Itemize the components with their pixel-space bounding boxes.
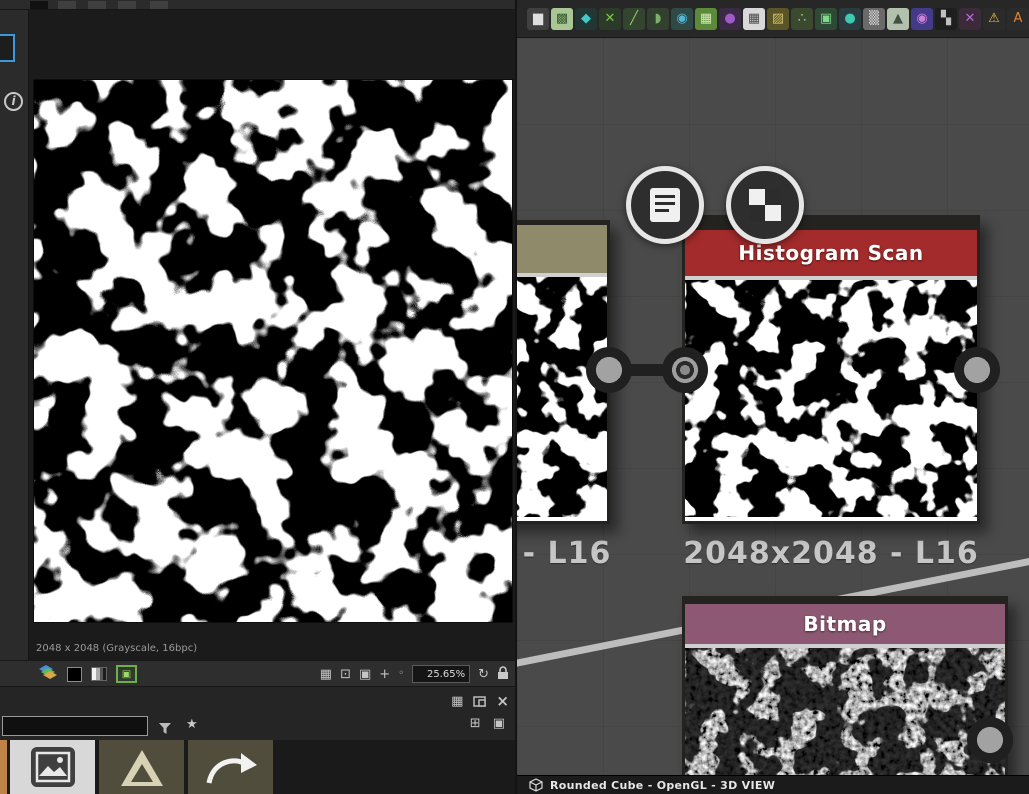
checkerboard-icon (749, 189, 781, 221)
node-toolbar-scatter-icon[interactable]: ∴ (791, 7, 813, 30)
image-info-text: 2048 x 2048 (Grayscale, 16bpc) (36, 643, 198, 654)
histogram-node-resolution-label: 2048x2048 - L16 (683, 536, 979, 571)
partial-node-resolution-label: - L16 (522, 536, 612, 571)
left-panel: i 2048 x 2048 (Grayscale, 16bpc) ▣ ▦ ⊡ ▣… (0, 0, 515, 794)
node-toolbar-teal-sphere-icon[interactable]: ● (839, 7, 861, 30)
node-toolbar-purple-orb-icon[interactable]: ● (719, 7, 741, 30)
document-icon (650, 188, 680, 222)
node-toolbar-slope-blur-icon[interactable]: ╱ (623, 7, 645, 30)
graph-panel: ▆ ▩ ◆ ✕ ╱ ◗ ◉ ▦ ● ▦ ▨ ∴ ▣ ● ▒ ▲ ◉ ▚ ✕ ⚠ … (515, 0, 1029, 794)
partial-node-header (517, 225, 607, 273)
favorites-star-icon[interactable]: ★ (186, 717, 198, 732)
output-pin[interactable] (586, 347, 632, 393)
grid-view-icon[interactable]: ▦ (451, 695, 463, 708)
left-edge-strip: i (0, 10, 28, 660)
node-histogram-scan[interactable]: Histogram Scan (682, 215, 980, 524)
top-toolbar-clipped (0, 0, 515, 10)
bitmap-node-preview (685, 644, 1005, 775)
output-pin[interactable] (954, 347, 1000, 393)
node-preview-toggle-button[interactable] (726, 166, 804, 244)
curved-arrow-icon (206, 753, 257, 784)
close-icon[interactable]: × (496, 694, 509, 709)
lock-icon[interactable] (497, 665, 509, 684)
atomic-nodes-toolbar: ▆ ▩ ◆ ✕ ╱ ◗ ◉ ▦ ● ▦ ▨ ∴ ▣ ● ▒ ▲ ◉ ▚ ✕ ⚠ … (517, 0, 1029, 38)
tiling-icon[interactable]: ▦ (320, 668, 332, 681)
node-toolbar-triangle-icon[interactable]: ▲ (887, 7, 909, 30)
2d-view-toolbar: ▣ ▦ ⊡ ▣ + ◦ ↻ (0, 660, 515, 686)
library-panel-header: ▦ × (0, 686, 515, 712)
selected-tool-tab[interactable] (0, 34, 15, 62)
node-toolbar-uniform-color-icon[interactable]: ▩ (551, 7, 573, 30)
viewport-title: Rounded Cube - OpenGL - 3D VIEW (550, 778, 776, 792)
pyramid-icon (120, 750, 163, 786)
picture-icon (30, 747, 75, 787)
node-toolbar-tile-icon[interactable]: ▣ (815, 7, 837, 30)
2d-view-canvas[interactable]: 2048 x 2048 (Grayscale, 16bpc) (28, 10, 515, 660)
library-item-edge[interactable] (0, 740, 7, 794)
partial-node-preview (517, 273, 607, 521)
grayscale-texture-preview (33, 79, 513, 623)
detach-window-icon[interactable] (473, 692, 487, 711)
library-item-bitmap[interactable] (10, 740, 95, 794)
node-toolbar-purple-cross-icon[interactable]: ✕ (959, 7, 981, 30)
toolbar-stub-icon[interactable] (30, 1, 48, 9)
node-toolbar-droplet-icon[interactable]: ◗ (647, 7, 669, 30)
node-toolbar-olive-pattern-icon[interactable]: ▨ (767, 7, 789, 30)
node-toolbar-color-sphere-icon[interactable]: ◉ (911, 7, 933, 30)
list-view-icon[interactable]: ▣ (493, 717, 505, 730)
node-toolbar-noise-icon[interactable]: ▒ (863, 7, 885, 30)
thumbnail-grid-icon[interactable]: ⊞ (470, 717, 481, 730)
input-pin[interactable] (662, 347, 708, 393)
bitmap-node-title: Bitmap (685, 604, 1005, 644)
histogram-node-preview (685, 276, 977, 521)
toolbar-stub-icon[interactable] (58, 1, 76, 9)
node-toolbar-cross-blend-icon[interactable]: ✕ (599, 7, 621, 30)
fit-view-icon[interactable]: ⊡ (340, 668, 351, 681)
background-color-swatch[interactable] (67, 666, 82, 682)
node-toolbar-transform-grid-icon[interactable]: ▦ (743, 7, 765, 30)
zoom-field[interactable] (412, 665, 471, 683)
toolbar-stub-icon[interactable] (88, 1, 106, 9)
library-item-shape[interactable] (99, 740, 184, 794)
frame-icon[interactable]: ▣ (359, 668, 371, 681)
node-bitmap[interactable]: Bitmap (682, 596, 1008, 775)
node-toolbar-green-grid-icon[interactable]: ▦ (695, 7, 717, 30)
node-toolbar-globe-icon[interactable]: ◉ (671, 7, 693, 30)
histogram-node-title: Histogram Scan (685, 230, 977, 276)
library-item-transform[interactable] (188, 740, 273, 794)
toolbar-stub-icon[interactable] (118, 1, 136, 9)
toolbar-stub-icon[interactable] (150, 1, 168, 9)
node-toolbar-checker-icon[interactable]: ▚ (935, 7, 957, 30)
cube-icon (529, 778, 543, 792)
library-search-input[interactable] (2, 716, 148, 736)
refresh-icon[interactable]: ↻ (478, 668, 489, 681)
channels-icon[interactable] (91, 667, 107, 681)
node-properties-button[interactable] (626, 166, 704, 244)
pan-icon[interactable]: + (379, 668, 390, 681)
node-frame-top (685, 596, 1005, 604)
node-graph-canvas[interactable]: - L16 Histogram Scan 2048x2048 - L16 Bit… (517, 38, 1029, 775)
output-pin[interactable] (967, 717, 1013, 763)
app-root: i 2048 x 2048 (Grayscale, 16bpc) ▣ ▦ ⊡ ▣… (0, 0, 1029, 794)
library-filter-row: ★ ⊞ ▣ (0, 712, 515, 740)
3d-view-status-bar: Rounded Cube - OpenGL - 3D VIEW (517, 775, 1029, 794)
info-icon[interactable]: i (4, 92, 23, 111)
filter-funnel-icon[interactable] (158, 720, 173, 739)
node-toolbar-warning-icon[interactable]: ⚠ (983, 7, 1005, 30)
node-toolbar-liquid-drop-icon[interactable]: ◆ (575, 7, 597, 30)
image-view-icon[interactable]: ▣ (116, 665, 137, 683)
materials-icon[interactable] (38, 664, 58, 684)
node-toolbar-text-icon[interactable]: A (1007, 7, 1029, 30)
library-items-row (0, 740, 515, 794)
node-toolbar-histogram-icon[interactable]: ▆ (527, 7, 549, 30)
center-dot-icon[interactable]: ◦ (398, 669, 404, 679)
